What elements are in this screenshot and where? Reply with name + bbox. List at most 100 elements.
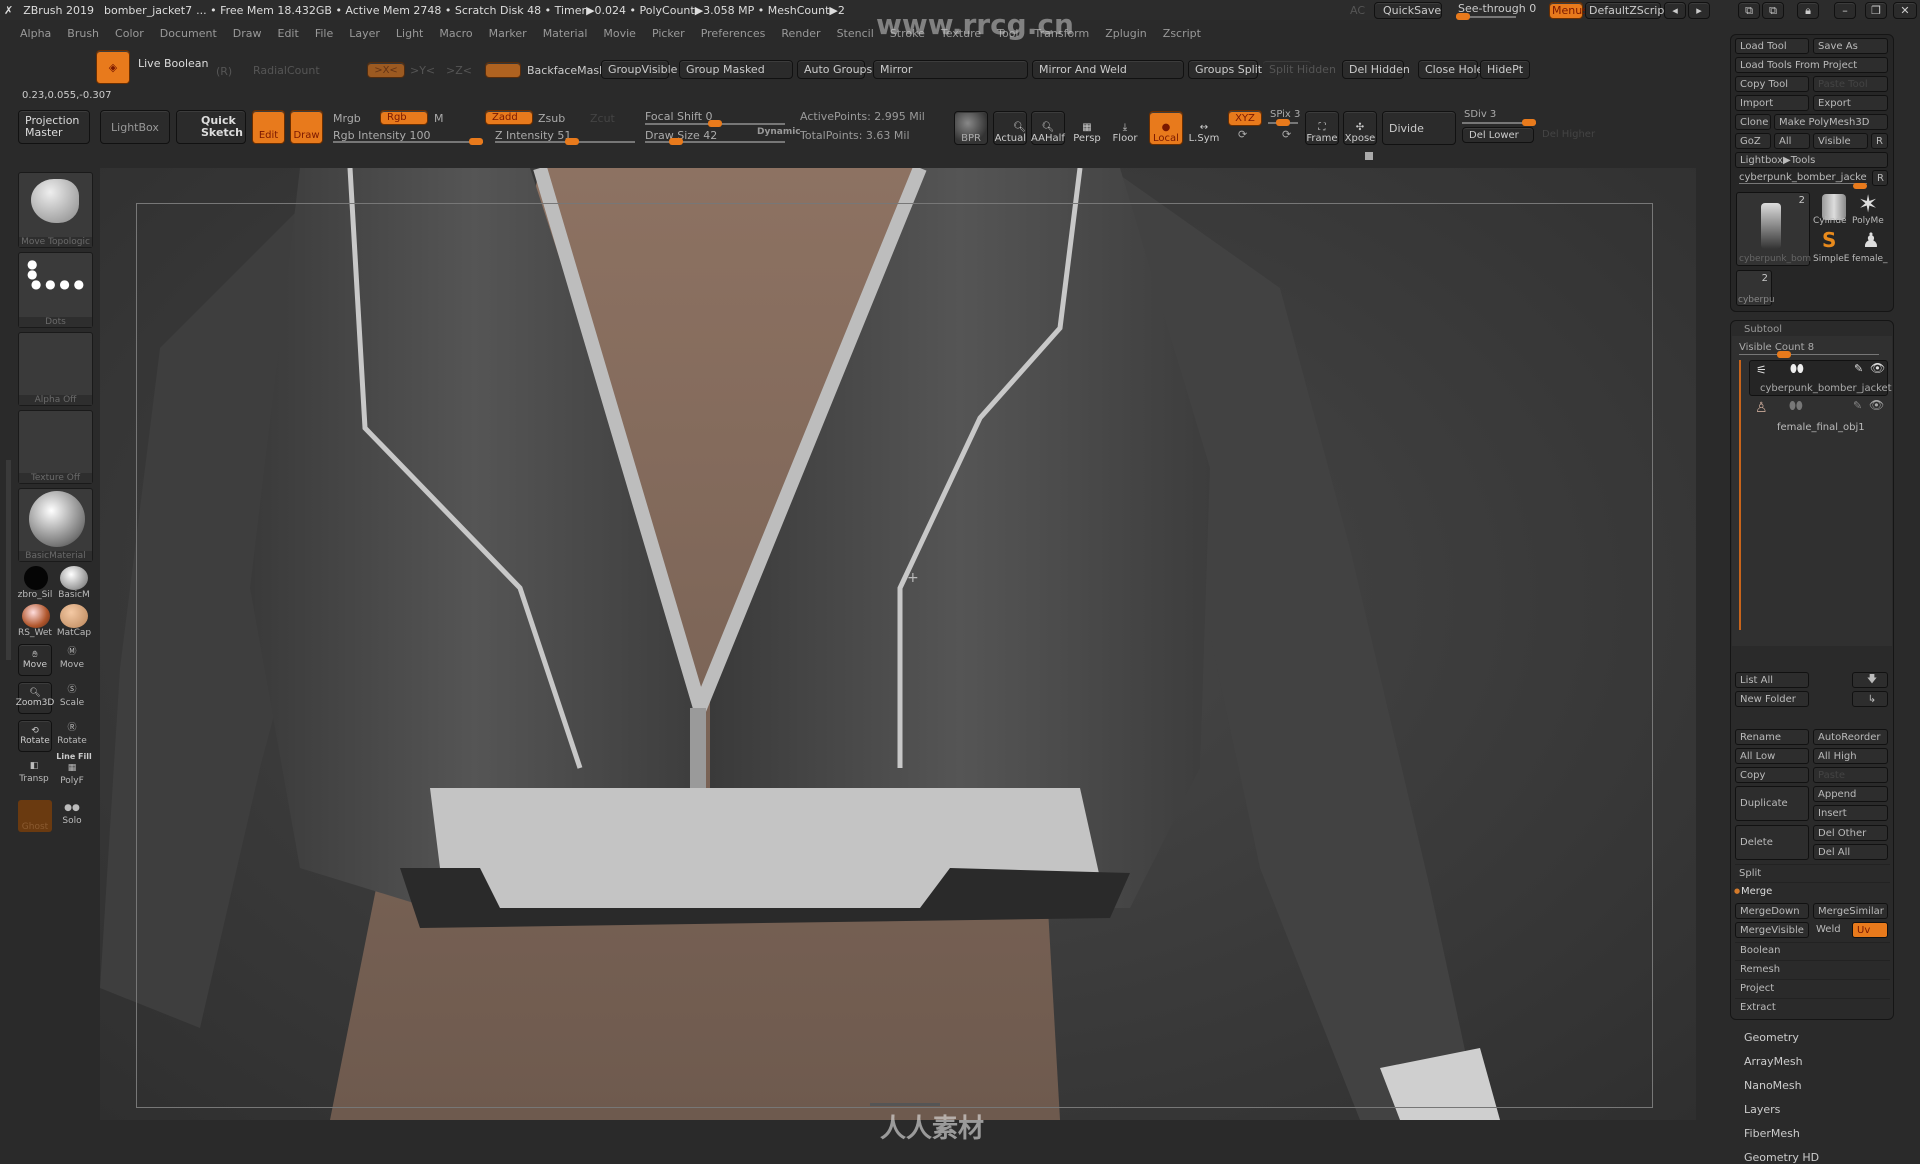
- zcut-toggle[interactable]: Zcut: [590, 112, 615, 125]
- menu-brush[interactable]: Brush: [59, 27, 107, 40]
- projection-master-button[interactable]: Projection Master: [18, 110, 90, 144]
- zsub-toggle[interactable]: Zsub: [538, 112, 565, 125]
- rgb-intensity-slider[interactable]: [333, 138, 483, 145]
- tool-section-geometry-hd[interactable]: Geometry HD: [1744, 1151, 1819, 1164]
- m-toggle[interactable]: M: [434, 112, 444, 125]
- viewport-resize-handle[interactable]: [1365, 152, 1373, 160]
- ui-scroll-left-icon[interactable]: ◂: [1664, 2, 1686, 19]
- del-all-button[interactable]: Del All: [1813, 844, 1888, 860]
- group-visible-button[interactable]: GroupVisible: [601, 60, 677, 79]
- actual-button[interactable]: 🔍︎ Actual: [993, 111, 1027, 145]
- zadd-toggle[interactable]: Zadd: [485, 110, 533, 125]
- remesh-section[interactable]: Remesh: [1740, 964, 1780, 975]
- sym-z-label[interactable]: >Z<: [446, 64, 472, 77]
- minimize-icon[interactable]: –: [1834, 2, 1856, 19]
- menu-edit[interactable]: Edit: [270, 27, 307, 40]
- mrgb-toggle[interactable]: Mrgb: [333, 112, 361, 125]
- extract-section[interactable]: Extract: [1740, 1002, 1776, 1013]
- autoreorder-button[interactable]: AutoReorder: [1813, 729, 1888, 745]
- zoom3d-button[interactable]: 🔍︎ Zoom3D: [16, 682, 54, 714]
- backface-toggle[interactable]: [485, 62, 521, 78]
- live-boolean-button[interactable]: Live Boolean: [138, 57, 209, 70]
- weld-toggle[interactable]: Weld: [1816, 924, 1841, 935]
- menu-draw[interactable]: Draw: [225, 27, 270, 40]
- persp-button[interactable]: ▦ Persp: [1070, 111, 1104, 145]
- uv-toggle[interactable]: Uv: [1852, 922, 1888, 938]
- menu-marker[interactable]: Marker: [481, 27, 535, 40]
- goz-all-button[interactable]: All: [1774, 133, 1810, 149]
- merge-down-button[interactable]: MergeDown: [1735, 903, 1809, 919]
- menu-zplugin[interactable]: Zplugin: [1097, 27, 1155, 40]
- material-swatch-basic[interactable]: [60, 566, 88, 590]
- save-as-button[interactable]: Save As: [1813, 38, 1888, 54]
- texture-selector[interactable]: Texture Off: [18, 410, 93, 484]
- del-lower-button[interactable]: Del Lower: [1462, 127, 1534, 143]
- goz-button[interactable]: GoZ: [1735, 133, 1771, 149]
- all-high-button[interactable]: All High: [1813, 748, 1888, 764]
- polymesh-star-icon[interactable]: ✶: [1858, 190, 1878, 218]
- paste-tool-button[interactable]: Paste Tool: [1813, 76, 1888, 92]
- mirror-button[interactable]: Mirror: [873, 60, 1028, 79]
- material-swatch-matcap[interactable]: [60, 604, 88, 628]
- xyz-button[interactable]: XYZ: [1228, 110, 1262, 126]
- current-tool-slider[interactable]: cyberpunk_bomber_jacket: [1739, 172, 1867, 184]
- move-down-arrow-icon[interactable]: 🡇: [1852, 672, 1888, 688]
- transp-button[interactable]: ◧ Transp: [16, 760, 52, 786]
- insert-button[interactable]: Insert: [1813, 805, 1888, 821]
- close-holes-button[interactable]: Close Holes: [1418, 60, 1489, 79]
- copy-subtool-button[interactable]: Copy: [1735, 767, 1809, 783]
- sdiv-slider[interactable]: [1462, 119, 1536, 126]
- solo-button[interactable]: ●● Solo: [54, 802, 90, 828]
- tool-thumb-jacket-small[interactable]: 2 cyberpu: [1736, 270, 1775, 306]
- copy-tool-button[interactable]: Copy Tool: [1735, 76, 1809, 92]
- boolean-section[interactable]: Boolean: [1740, 945, 1781, 956]
- polypaint-toggle-icon[interactable]: ⬮⬮: [1789, 399, 1803, 413]
- layout-prev-icon[interactable]: ⧉: [1738, 2, 1760, 19]
- brush-toggle-icon[interactable]: ✎: [1853, 399, 1862, 412]
- simplebrush-icon[interactable]: S: [1822, 228, 1836, 252]
- menu-file[interactable]: File: [307, 27, 341, 40]
- goz-r-button[interactable]: R: [1871, 133, 1888, 149]
- tool-thumb-jacket[interactable]: 2 cyberpunk_bom: [1736, 192, 1811, 266]
- menu-document[interactable]: Document: [152, 27, 225, 40]
- subtool-title[interactable]: Subtool: [1744, 324, 1782, 335]
- bpr-button[interactable]: BPR: [954, 111, 988, 145]
- frame-button[interactable]: ⛶ Frame: [1305, 111, 1339, 145]
- subtool-item-jacket[interactable]: ⚟ ⬮⬮ ✎ 👁︎ cyberpunk_bomber_jacket: [1749, 360, 1892, 396]
- polyf-button[interactable]: ▦ PolyF: [54, 762, 90, 788]
- list-all-button[interactable]: List All: [1735, 672, 1809, 688]
- polypaint-toggle-icon[interactable]: ⬮⬮: [1790, 362, 1804, 376]
- eye-icon[interactable]: 👁︎: [1870, 361, 1885, 375]
- lightbox-tools-button[interactable]: Lightbox▶Tools: [1735, 152, 1888, 168]
- brush-toggle-icon[interactable]: ✎: [1854, 362, 1863, 375]
- make-polymesh3d-button[interactable]: Make PolyMesh3D: [1774, 114, 1888, 130]
- stroke-selector[interactable]: ● ● ● ● ● ● Dots: [18, 252, 93, 328]
- duplicate-button[interactable]: Duplicate: [1735, 786, 1809, 821]
- divide-button[interactable]: Divide: [1382, 111, 1456, 145]
- rgb-toggle[interactable]: Rgb: [380, 110, 428, 125]
- lightbox-button[interactable]: LightBox: [100, 110, 170, 144]
- lsym-button[interactable]: ↔ L.Sym: [1187, 111, 1221, 145]
- left-tray-handle[interactable]: [6, 460, 11, 660]
- merge-visible-button[interactable]: MergeVisible: [1735, 922, 1809, 938]
- visible-count-slider[interactable]: [1739, 351, 1879, 358]
- quicksave-button[interactable]: QuickSave: [1374, 2, 1442, 19]
- import-button[interactable]: Import: [1735, 95, 1809, 111]
- new-folder-button[interactable]: New Folder: [1735, 691, 1809, 707]
- menu-layer[interactable]: Layer: [341, 27, 388, 40]
- backface-mask-button[interactable]: BackfaceMask: [527, 64, 605, 77]
- see-through-slider[interactable]: [1456, 13, 1516, 20]
- tool-section-layers[interactable]: Layers: [1744, 1103, 1780, 1116]
- close-icon[interactable]: ✕: [1893, 2, 1917, 19]
- load-tools-from-project-button[interactable]: Load Tools From Project: [1735, 57, 1888, 73]
- merge-similar-button[interactable]: MergeSimilar: [1813, 903, 1888, 919]
- menu-preferences[interactable]: Preferences: [693, 27, 774, 40]
- edit-button[interactable]: Edit: [252, 110, 285, 144]
- scale-button[interactable]: Ⓢ Scale: [54, 684, 90, 710]
- quick-sketch-button[interactable]: Quick Sketch: [176, 110, 246, 144]
- material-selector[interactable]: BasicMaterial: [18, 488, 93, 562]
- menu-movie[interactable]: Movie: [595, 27, 644, 40]
- aahalf-button[interactable]: 🔍︎ AAHalf: [1031, 111, 1065, 145]
- project-section[interactable]: Project: [1740, 983, 1774, 994]
- subtool-item-female[interactable]: ♙ ⬮⬮ ✎ 👁︎ female_final_obj1: [1749, 398, 1888, 434]
